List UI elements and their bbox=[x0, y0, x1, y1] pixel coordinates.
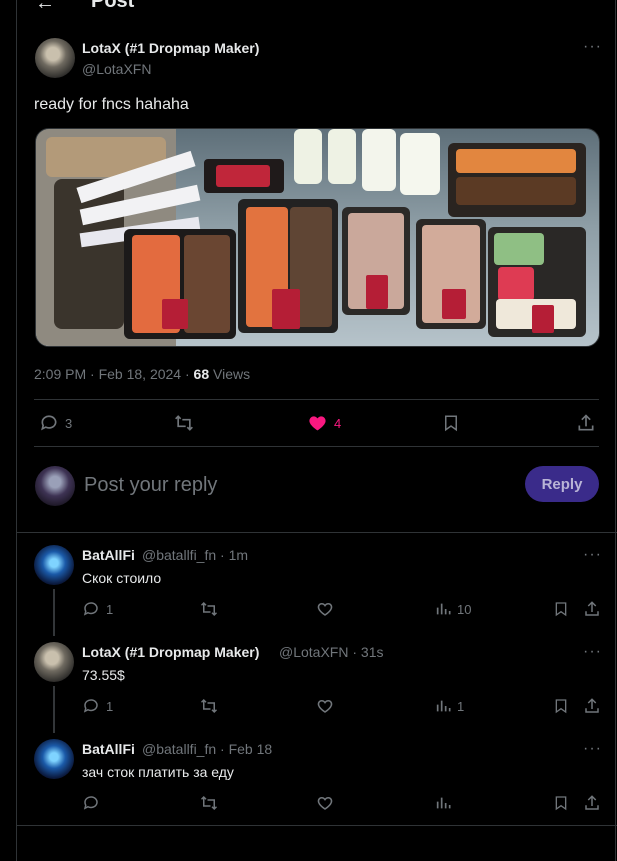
author-name[interactable]: LotaX (#1 Dropmap Maker) bbox=[82, 40, 259, 56]
bookmark-button[interactable] bbox=[442, 413, 460, 433]
author-avatar[interactable] bbox=[35, 38, 75, 78]
reply-text: Скок стоило bbox=[82, 570, 162, 586]
reply-input[interactable]: Post your reply bbox=[84, 474, 217, 497]
reply-views[interactable]: 10 bbox=[435, 600, 471, 618]
repost-icon bbox=[200, 795, 218, 811]
heart-icon bbox=[317, 602, 333, 616]
bookmark-icon bbox=[555, 699, 567, 714]
bookmark-icon bbox=[555, 602, 567, 617]
views-count: 10 bbox=[457, 601, 472, 617]
reply-like-button[interactable] bbox=[316, 794, 334, 812]
share-icon bbox=[585, 795, 599, 810]
reply-reply-button[interactable]: 1 bbox=[82, 697, 113, 715]
heart-icon bbox=[317, 699, 333, 713]
divider bbox=[34, 446, 599, 447]
more-options-icon[interactable]: ··· bbox=[583, 546, 602, 564]
reply-views[interactable] bbox=[435, 794, 457, 812]
reply-avatar[interactable] bbox=[34, 545, 74, 585]
analytics-icon bbox=[436, 700, 451, 712]
divider bbox=[17, 532, 617, 533]
reply-author-handle[interactable]: @LotaXFN · 31s bbox=[279, 644, 383, 660]
reply-author-handle[interactable]: @batallfi_fn · 1m bbox=[142, 547, 248, 563]
reply-submit-button[interactable]: Reply bbox=[525, 466, 599, 502]
reply-share-button[interactable] bbox=[583, 794, 601, 812]
heart-icon bbox=[317, 796, 333, 810]
reply-bookmark-button[interactable] bbox=[553, 794, 569, 812]
my-avatar[interactable] bbox=[35, 466, 75, 506]
author-handle[interactable]: @LotaXFN bbox=[82, 61, 151, 77]
reply-repost-button[interactable] bbox=[199, 794, 219, 812]
post-timestamp[interactable]: 2:09 PM · Feb 18, 2024 · 68 Views bbox=[34, 366, 250, 382]
page-title: Post bbox=[91, 0, 135, 12]
reply-author-name[interactable]: BatAllFi bbox=[82, 741, 135, 757]
reply-text: 73.55$ bbox=[82, 667, 125, 683]
repost-icon bbox=[200, 601, 218, 617]
like-count: 4 bbox=[334, 415, 342, 431]
reply-count: 1 bbox=[106, 698, 114, 714]
bookmark-icon bbox=[445, 415, 457, 432]
reply-repost-button[interactable] bbox=[199, 697, 219, 715]
like-button[interactable]: 4 bbox=[307, 413, 341, 433]
views-label: Views bbox=[209, 366, 251, 382]
repost-icon bbox=[175, 415, 193, 431]
post-image[interactable] bbox=[35, 128, 600, 347]
share-button[interactable] bbox=[576, 413, 596, 433]
more-options-icon[interactable]: ··· bbox=[583, 38, 602, 56]
reply-bookmark-button[interactable] bbox=[553, 600, 569, 618]
reply-reply-button[interactable] bbox=[82, 794, 106, 812]
reply-avatar[interactable] bbox=[34, 642, 74, 682]
thread-line bbox=[53, 686, 55, 733]
reply-count: 1 bbox=[106, 601, 114, 617]
post-text: ready for fncs hahaha bbox=[34, 96, 189, 113]
thread-line bbox=[53, 589, 55, 636]
reply-icon bbox=[41, 415, 57, 431]
reply-avatar[interactable] bbox=[34, 739, 74, 779]
reply-text: зач сток платить за еду bbox=[82, 764, 234, 780]
reply-icon bbox=[83, 699, 98, 713]
repost-button[interactable] bbox=[173, 413, 195, 433]
reply-repost-button[interactable] bbox=[199, 600, 219, 618]
reply-button[interactable]: 3 bbox=[39, 413, 72, 433]
more-options-icon[interactable]: ··· bbox=[583, 643, 602, 661]
reply-like-button[interactable] bbox=[316, 697, 334, 715]
reply-author-name[interactable]: LotaX (#1 Dropmap Maker) bbox=[82, 644, 259, 660]
share-icon bbox=[585, 698, 599, 713]
reply-views[interactable]: 1 bbox=[435, 697, 464, 715]
analytics-icon bbox=[436, 797, 451, 809]
bookmark-icon bbox=[555, 796, 567, 811]
reply-author-handle[interactable]: @batallfi_fn · Feb 18 bbox=[142, 741, 272, 757]
post-detail-column: ← Post LotaX (#1 Dropmap Maker) @LotaXFN… bbox=[16, 0, 617, 861]
reply-icon bbox=[83, 796, 98, 810]
reply-author-name[interactable]: BatAllFi bbox=[82, 547, 135, 563]
reply-icon bbox=[83, 602, 98, 616]
repost-icon bbox=[200, 698, 218, 714]
reply-bookmark-button[interactable] bbox=[553, 697, 569, 715]
reply-reply-button[interactable]: 1 bbox=[82, 600, 113, 618]
heart-filled-icon bbox=[309, 416, 326, 431]
views-count: 1 bbox=[457, 698, 465, 714]
share-icon bbox=[585, 601, 599, 616]
top-bar: ← Post bbox=[17, 0, 615, 14]
divider bbox=[34, 399, 599, 400]
share-icon bbox=[578, 414, 594, 431]
analytics-icon bbox=[436, 603, 451, 615]
reply-share-button[interactable] bbox=[583, 697, 601, 715]
reply-count: 3 bbox=[65, 415, 73, 431]
more-options-icon[interactable]: ··· bbox=[583, 740, 602, 758]
views-count: 68 bbox=[193, 366, 210, 382]
divider bbox=[17, 825, 617, 826]
reply-share-button[interactable] bbox=[583, 600, 601, 618]
arrow-left-icon[interactable]: ← bbox=[35, 0, 55, 15]
reply-like-button[interactable] bbox=[316, 600, 334, 618]
